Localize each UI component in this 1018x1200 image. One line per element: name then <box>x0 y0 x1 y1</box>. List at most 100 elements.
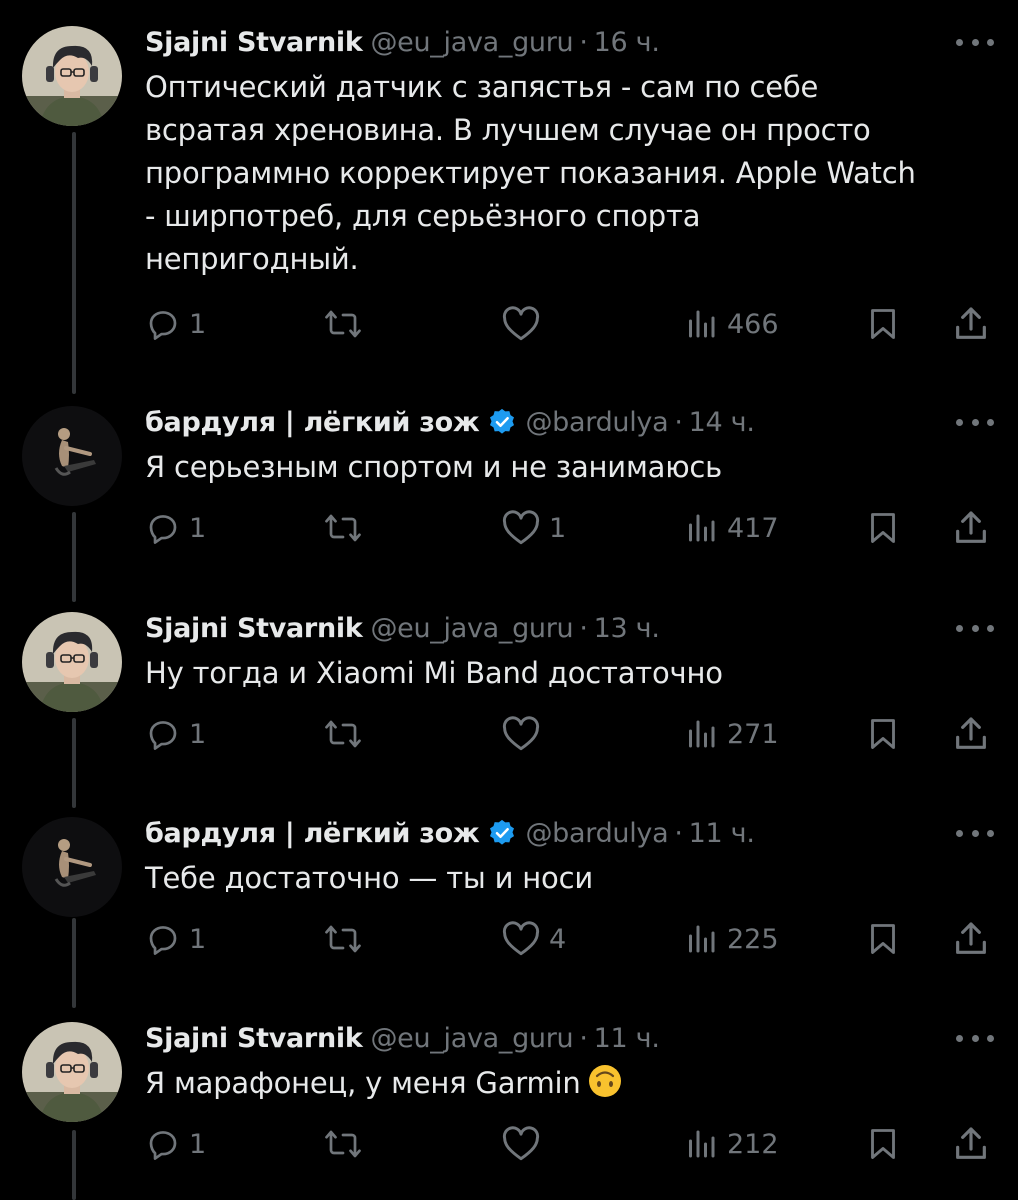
avatar[interactable] <box>22 26 122 126</box>
bookmark-button[interactable] <box>865 712 901 756</box>
share-button[interactable] <box>951 917 991 961</box>
avatar[interactable] <box>22 1022 122 1122</box>
bookmark-button[interactable] <box>865 302 901 346</box>
author-name[interactable]: Sjajni Stvarnik <box>145 613 363 644</box>
repost-button[interactable] <box>323 506 371 550</box>
repost-button[interactable] <box>323 917 371 961</box>
author-handle[interactable]: @eu_java_guru <box>370 27 573 58</box>
like-icon <box>501 510 541 546</box>
reply-button[interactable]: 1 <box>145 302 206 346</box>
author-name[interactable]: бардуля | лёгкий зож <box>145 818 480 849</box>
repost-icon <box>323 921 363 957</box>
tweet[interactable]: бардуля | лёгкий зож @bardulya · 11 ч. Т… <box>0 813 1018 973</box>
repost-button[interactable] <box>323 1122 371 1166</box>
avatar[interactable] <box>22 612 122 712</box>
reply-count: 1 <box>189 718 207 750</box>
repost-icon <box>323 510 363 546</box>
timestamp[interactable]: 11 ч. <box>594 1023 660 1054</box>
views-count: 417 <box>727 512 779 544</box>
tweet[interactable]: Sjajni Stvarnik @eu_java_guru · 16 ч. Оп… <box>0 22 1018 362</box>
author-handle[interactable]: @eu_java_guru <box>370 613 573 644</box>
upside-down-face-emoji <box>588 1065 621 1097</box>
like-button[interactable] <box>501 712 549 756</box>
share-button[interactable] <box>951 1122 991 1166</box>
share-button[interactable] <box>951 712 991 756</box>
reply-icon <box>145 510 181 546</box>
share-icon <box>951 1124 991 1164</box>
reply-button[interactable]: 1 <box>145 506 206 550</box>
author-handle[interactable]: @eu_java_guru <box>370 1023 573 1054</box>
views-button[interactable]: 271 <box>683 712 779 756</box>
like-button[interactable] <box>501 1122 549 1166</box>
timestamp[interactable]: 16 ч. <box>594 27 660 58</box>
reply-icon <box>145 306 181 342</box>
reply-count: 1 <box>189 923 207 955</box>
tweet[interactable]: Sjajni Stvarnik @eu_java_guru · 13 ч. Ну… <box>0 608 1018 768</box>
timestamp[interactable]: 14 ч. <box>689 407 755 438</box>
views-count: 225 <box>727 923 779 955</box>
views-icon <box>683 716 719 752</box>
repost-icon <box>323 1126 363 1162</box>
author-handle[interactable]: @bardulya <box>525 818 668 849</box>
action-bar: 1 4 225 <box>145 917 995 961</box>
tweet-text: Оптический датчик с запястья - сам по се… <box>145 70 916 276</box>
views-button[interactable]: 225 <box>683 917 779 961</box>
more-icon[interactable] <box>956 616 994 640</box>
tweet-text: Я серьезным спортом и не занимаюсь <box>145 450 723 484</box>
tweet-text: Ну тогда и Xiaomi Mi Band достаточно <box>145 656 723 690</box>
tweet[interactable]: бардуля | лёгкий зож @bardulya · 14 ч. Я… <box>0 402 1018 562</box>
bookmark-button[interactable] <box>865 917 901 961</box>
views-count: 271 <box>727 718 779 750</box>
bookmark-icon <box>865 510 901 546</box>
like-button[interactable]: 1 <box>501 506 566 550</box>
like-button[interactable]: 4 <box>501 917 566 961</box>
tweet-header: Sjajni Stvarnik @eu_java_guru · 16 ч. <box>145 22 660 62</box>
like-count: 1 <box>549 512 567 544</box>
timestamp[interactable]: 13 ч. <box>594 613 660 644</box>
reply-button[interactable]: 1 <box>145 1122 206 1166</box>
repost-button[interactable] <box>323 302 371 346</box>
reply-count: 1 <box>189 512 207 544</box>
author-name[interactable]: бардуля | лёгкий зож <box>145 407 480 438</box>
author-handle[interactable]: @bardulya <box>525 407 668 438</box>
separator-dot: · <box>674 817 683 849</box>
avatar[interactable] <box>22 817 122 917</box>
bookmark-icon <box>865 1126 901 1162</box>
views-button[interactable]: 212 <box>683 1122 779 1166</box>
more-icon[interactable] <box>956 30 994 54</box>
share-icon <box>951 714 991 754</box>
like-count: 4 <box>549 923 567 955</box>
tweet-header: бардуля | лёгкий зож @bardulya · 14 ч. <box>145 402 755 442</box>
bookmark-button[interactable] <box>865 1122 901 1166</box>
bookmark-icon <box>865 306 901 342</box>
views-icon <box>683 510 719 546</box>
views-button[interactable]: 466 <box>683 302 779 346</box>
share-button[interactable] <box>951 302 991 346</box>
repost-icon <box>323 716 363 752</box>
tweet[interactable]: Sjajni Stvarnik @eu_java_guru · 11 ч. Я … <box>0 1018 1018 1188</box>
more-icon[interactable] <box>956 410 994 434</box>
reply-icon <box>145 1126 181 1162</box>
avatar[interactable] <box>22 406 122 506</box>
verified-badge-icon <box>490 408 515 434</box>
more-icon[interactable] <box>956 821 994 845</box>
views-button[interactable]: 417 <box>683 506 779 550</box>
like-button[interactable] <box>501 302 549 346</box>
separator-dot: · <box>579 1022 588 1054</box>
author-name[interactable]: Sjajni Stvarnik <box>145 1023 363 1054</box>
bookmark-icon <box>865 716 901 752</box>
tweet-header: Sjajni Stvarnik @eu_java_guru · 11 ч. <box>145 1018 660 1058</box>
share-button[interactable] <box>951 506 991 550</box>
reply-button[interactable]: 1 <box>145 712 206 756</box>
repost-button[interactable] <box>323 712 371 756</box>
author-name[interactable]: Sjajni Stvarnik <box>145 27 363 58</box>
action-bar: 1 1 417 <box>145 506 995 550</box>
more-icon[interactable] <box>956 1026 994 1050</box>
timestamp[interactable]: 11 ч. <box>689 818 755 849</box>
tweet-text-content: Я марафонец, у меня Garmin <box>145 1066 581 1100</box>
bookmark-button[interactable] <box>865 506 901 550</box>
reply-button[interactable]: 1 <box>145 917 206 961</box>
tweet-header: бардуля | лёгкий зож @bardulya · 11 ч. <box>145 813 755 853</box>
views-icon <box>683 921 719 957</box>
reply-count: 1 <box>189 308 207 340</box>
